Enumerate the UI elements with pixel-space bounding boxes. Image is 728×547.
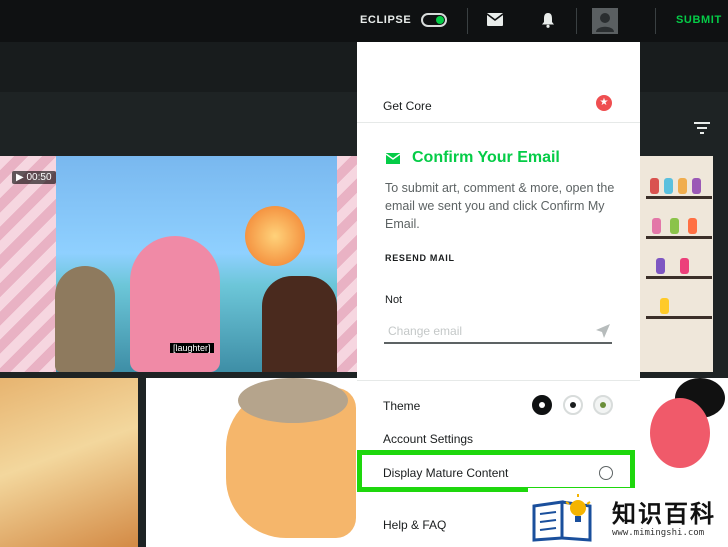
video-duration: 00:50: [26, 172, 52, 183]
pony-hat: [238, 378, 348, 423]
separator: [357, 380, 640, 381]
book-lightbulb-icon: [532, 494, 592, 542]
heart-shape: [650, 398, 710, 468]
theme-label: Theme: [383, 399, 421, 413]
resend-mail-button[interactable]: RESEND MAIL: [385, 253, 455, 263]
submit-button[interactable]: SUBMIT: [676, 14, 722, 26]
account-settings-link[interactable]: Account Settings: [383, 432, 473, 446]
watermark-logo: 知识百科 www.mimingshi.com: [528, 488, 728, 547]
watermark-text: 知识百科: [612, 500, 716, 528]
thumbnail-pattern: [0, 156, 56, 372]
video-thumbnail[interactable]: [0, 156, 337, 372]
video-duration-badge: ▶ 00:50: [12, 171, 56, 184]
bottle: [656, 258, 665, 274]
theme-option-green[interactable]: [593, 395, 613, 415]
shelf: [646, 316, 712, 319]
video-caption: [laughter]: [170, 343, 214, 353]
bottle: [678, 178, 687, 194]
eclipse-toggle[interactable]: [421, 13, 447, 27]
divider: [467, 8, 468, 34]
bottle: [692, 178, 701, 194]
bottle: [650, 178, 659, 194]
help-faq-link[interactable]: Help & FAQ: [383, 518, 446, 532]
change-email-input[interactable]: [384, 320, 612, 344]
bottle: [680, 258, 689, 274]
user-icon: [596, 13, 614, 32]
mail-icon: [386, 153, 400, 164]
send-icon[interactable]: [596, 324, 610, 338]
artwork-thumbnail[interactable]: [146, 378, 357, 547]
eclipse-label: ECLIPSE: [360, 14, 412, 26]
bottle: [688, 218, 697, 234]
bottle: [670, 218, 679, 234]
play-icon: ▶: [16, 172, 24, 183]
shelf: [646, 196, 712, 199]
confirm-email-title: Confirm Your Email: [412, 149, 560, 166]
top-navigation-bar: ECLIPSE SUBMIT: [0, 0, 728, 42]
separator: [357, 122, 640, 123]
bottle: [660, 298, 669, 314]
divider: [655, 8, 656, 34]
divider: [576, 8, 577, 34]
not-you-label: Not: [385, 294, 403, 306]
thumbnail-edge: [337, 156, 357, 372]
avatar[interactable]: [592, 8, 618, 34]
confirm-email-description: To submit art, comment & more, open the …: [385, 181, 615, 231]
highlight-annotation: [357, 450, 635, 492]
core-star-icon: ★: [596, 95, 612, 111]
character: [262, 276, 337, 372]
explosion: [245, 206, 305, 266]
bell-icon[interactable]: [541, 12, 555, 28]
artwork-thumbnail[interactable]: [0, 378, 138, 547]
bottle: [664, 178, 673, 194]
theme-option-dark[interactable]: [532, 395, 552, 415]
watermark-url: www.mimingshi.com: [612, 528, 705, 538]
shelf: [646, 276, 712, 279]
character: [55, 266, 115, 372]
bottle: [652, 218, 661, 234]
artwork-thumbnail[interactable]: [640, 156, 713, 372]
theme-option-light[interactable]: [563, 395, 583, 415]
mail-icon[interactable]: [487, 13, 503, 26]
get-core-link[interactable]: Get Core: [383, 99, 432, 113]
toggle-knob: [436, 16, 444, 24]
shelf: [646, 236, 712, 239]
filter-icon[interactable]: [694, 121, 710, 135]
